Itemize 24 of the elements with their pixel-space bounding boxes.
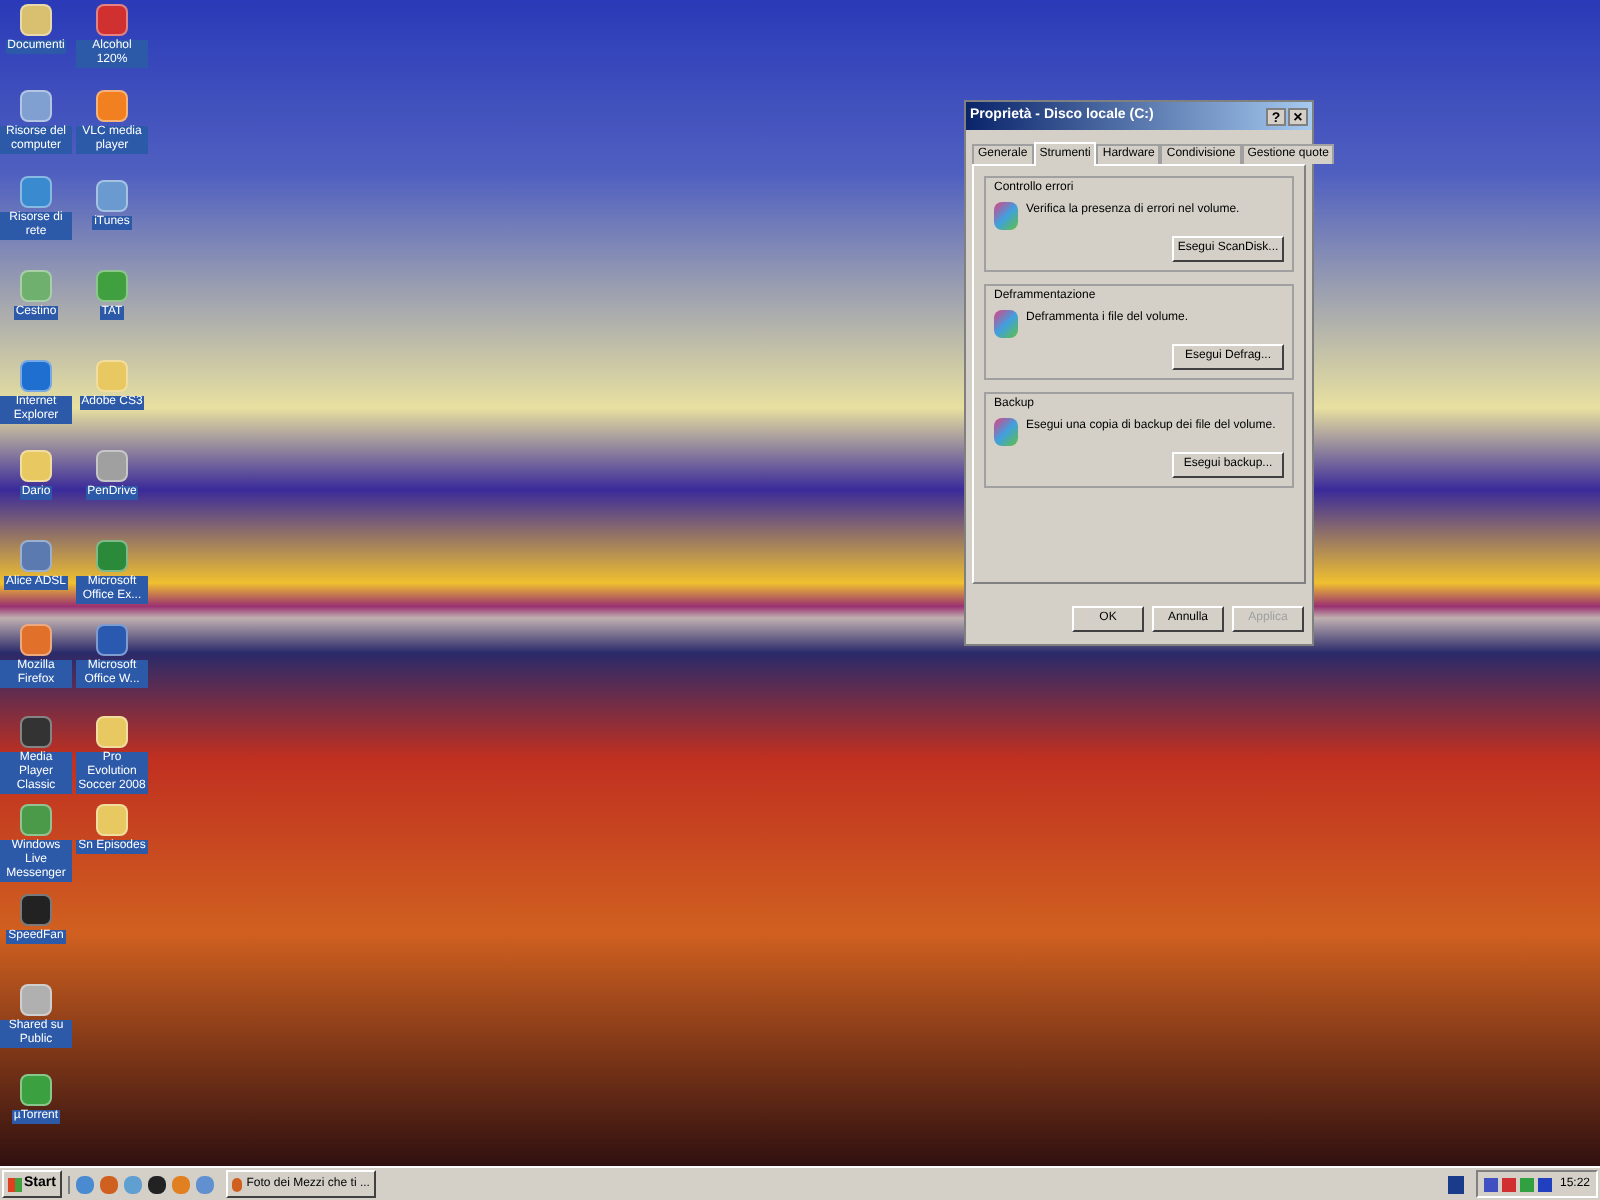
windows-logo-icon	[8, 1177, 22, 1191]
desktop-icon[interactable]	[96, 180, 128, 212]
desktop-icon[interactable]	[20, 1074, 52, 1106]
desktop-icon[interactable]	[20, 4, 52, 36]
desktop-icon[interactable]	[20, 804, 52, 836]
tool-icon	[994, 310, 1018, 338]
desktop-icon[interactable]	[20, 716, 52, 748]
tool-icon	[994, 202, 1018, 230]
desktop-icon[interactable]	[20, 450, 52, 482]
tool-icon	[994, 418, 1018, 446]
desktop-icon[interactable]	[96, 4, 128, 36]
desktop-icon[interactable]	[20, 984, 52, 1016]
language-icon[interactable]	[1447, 1175, 1464, 1193]
desktop-icon[interactable]	[96, 450, 128, 482]
desktop-icon[interactable]	[20, 360, 52, 392]
desktop-icon[interactable]	[96, 716, 128, 748]
desktop-icon[interactable]	[96, 624, 128, 656]
desktop-icon[interactable]	[20, 894, 52, 926]
desktop-icon[interactable]	[20, 90, 52, 122]
desktop-icon[interactable]	[96, 804, 128, 836]
desktop-icon[interactable]	[20, 624, 52, 656]
close-button[interactable]: ×	[1288, 107, 1308, 125]
desktop-icon[interactable]	[96, 90, 128, 122]
browser-icon	[231, 1177, 243, 1191]
